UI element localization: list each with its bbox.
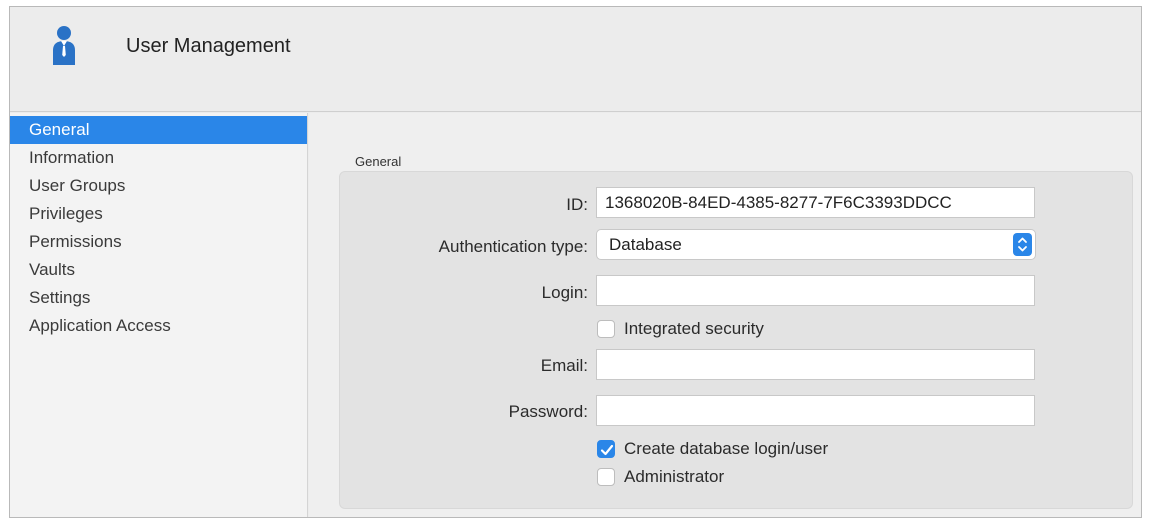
administrator-row[interactable]: Administrator [597, 467, 797, 489]
integrated-security-checkbox[interactable] [597, 320, 615, 338]
email-label: Email: [540, 356, 588, 375]
sidebar-item-privileges[interactable]: Privileges [10, 200, 307, 228]
sidebar-item-vaults[interactable]: Vaults [10, 256, 307, 284]
sidebar: General Information User Groups Privileg… [10, 113, 308, 517]
id-label: ID: [566, 195, 588, 214]
create-database-login-checkbox[interactable] [597, 440, 615, 458]
sidebar-item-application-access[interactable]: Application Access [10, 312, 307, 340]
login-field[interactable] [596, 275, 1035, 306]
select-arrows-icon [1013, 233, 1032, 256]
password-label: Password: [508, 402, 588, 421]
create-database-login-row[interactable]: Create database login/user [597, 439, 897, 461]
sidebar-item-information[interactable]: Information [10, 144, 307, 172]
password-field[interactable] [596, 395, 1035, 426]
id-field[interactable] [596, 187, 1035, 218]
create-database-login-label: Create database login/user [624, 439, 829, 458]
integrated-security-label: Integrated security [624, 319, 764, 338]
integrated-security-row[interactable]: Integrated security [597, 319, 857, 341]
main-panel: General ID: Authentication type: Databas… [309, 113, 1141, 517]
authentication-type-select[interactable]: Database [596, 229, 1036, 260]
administrator-checkbox[interactable] [597, 468, 615, 486]
user-management-window: User Management General Information User… [9, 6, 1142, 518]
authentication-type-value: Database [609, 235, 682, 254]
page-title: User Management [126, 35, 291, 57]
sidebar-item-settings[interactable]: Settings [10, 284, 307, 312]
authentication-type-label: Authentication type: [438, 237, 588, 256]
sidebar-item-general[interactable]: General [10, 116, 307, 144]
administrator-label: Administrator [624, 467, 725, 486]
sidebar-item-permissions[interactable]: Permissions [10, 228, 307, 256]
group-title: General [355, 154, 402, 169]
user-icon [53, 26, 75, 65]
login-label: Login: [541, 283, 588, 302]
sidebar-item-user-groups[interactable]: User Groups [10, 172, 307, 200]
checkmark-icon [600, 444, 614, 456]
email-field[interactable] [596, 349, 1035, 380]
window-header: User Management [10, 7, 1141, 112]
